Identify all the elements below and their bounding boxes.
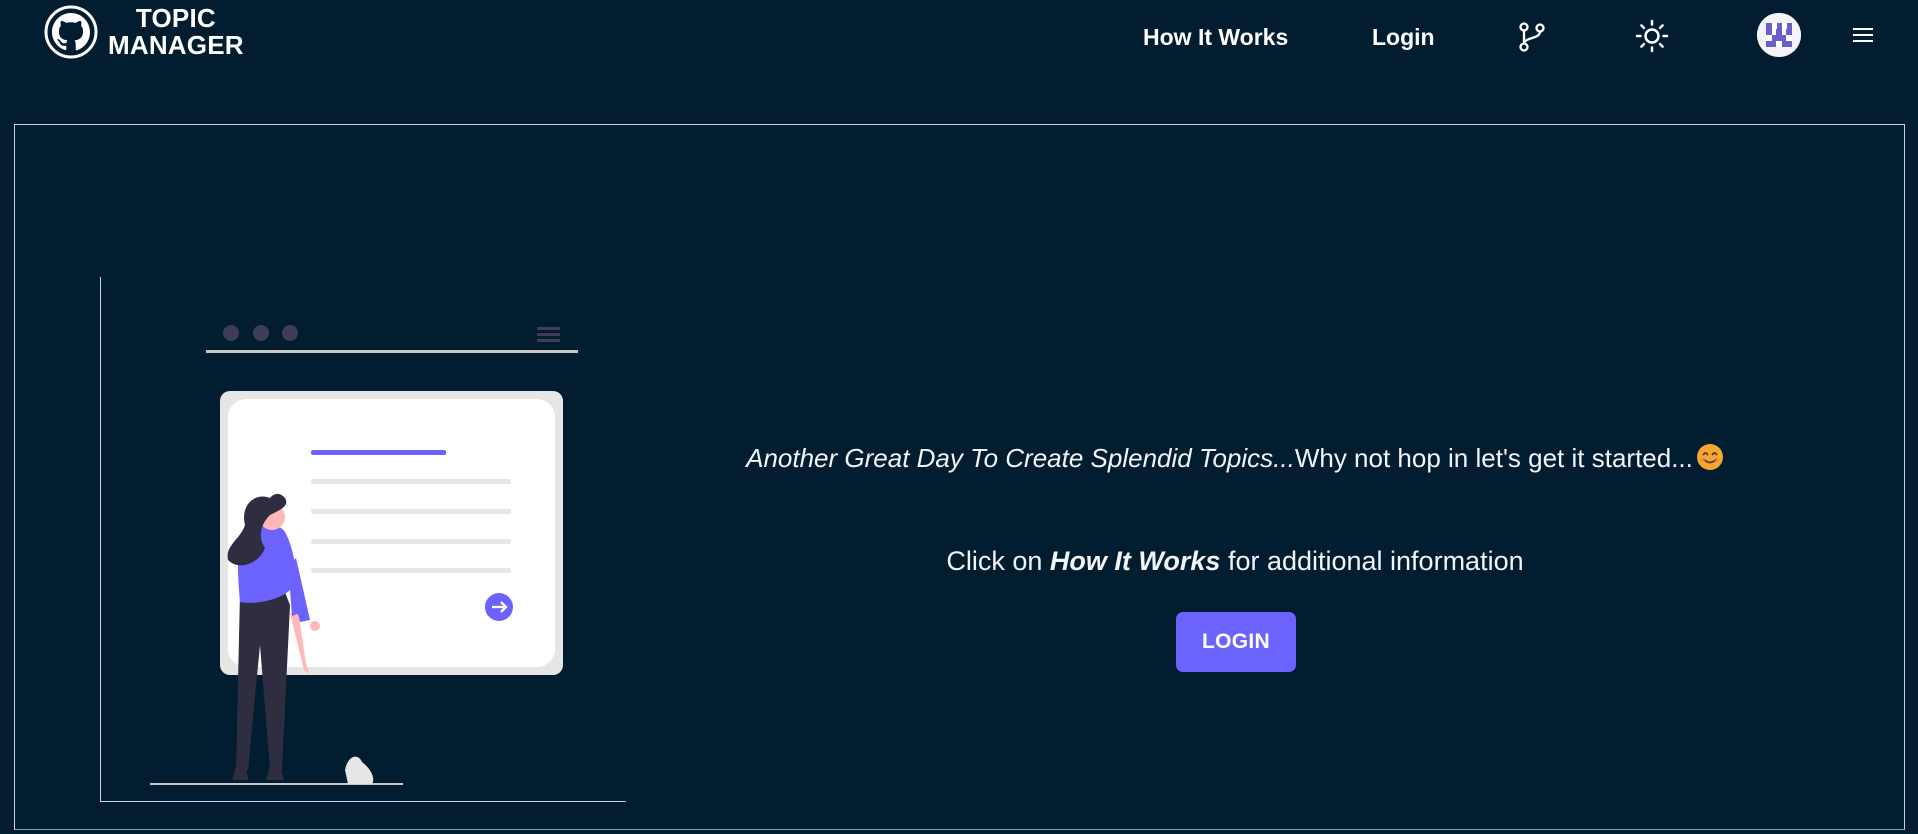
sun-icon[interactable] — [1635, 19, 1669, 53]
tagline-rest-text: Why not hop in let's get it started... — [1294, 443, 1693, 473]
git-branch-icon[interactable] — [1518, 22, 1546, 52]
brand-line-2: MANAGER — [108, 30, 244, 60]
hamburger-menu-icon[interactable] — [1853, 26, 1873, 44]
nav-login[interactable]: Login — [1372, 20, 1435, 54]
github-icon — [44, 5, 98, 59]
login-button[interactable]: LOGIN — [1176, 612, 1296, 672]
brand-link[interactable]: TOPIC MANAGER — [44, 4, 244, 60]
avatar-identicon — [1757, 13, 1801, 57]
info-suffix: for additional information — [1220, 546, 1524, 576]
info-prefix: Click on — [946, 546, 1050, 576]
hero-tagline: Another Great Day To Create Splendid Top… — [560, 438, 1910, 478]
brand-line-1: TOPIC — [135, 3, 216, 33]
smiling-face-emoji-icon — [1696, 444, 1723, 470]
person-at-board-illustration — [150, 325, 578, 785]
info-emphasis: How It Works — [1049, 546, 1221, 576]
brand-name: TOPIC MANAGER — [108, 5, 244, 59]
avatar[interactable] — [1757, 13, 1801, 57]
hero-info-line: Click on How It Works for additional inf… — [560, 541, 1910, 581]
tagline-italic-text: Another Great Day To Create Splendid Top… — [746, 443, 1295, 473]
nav-how-it-works[interactable]: How It Works — [1143, 20, 1288, 54]
navbar: TOPIC MANAGER How It Works Login — [0, 0, 1918, 74]
